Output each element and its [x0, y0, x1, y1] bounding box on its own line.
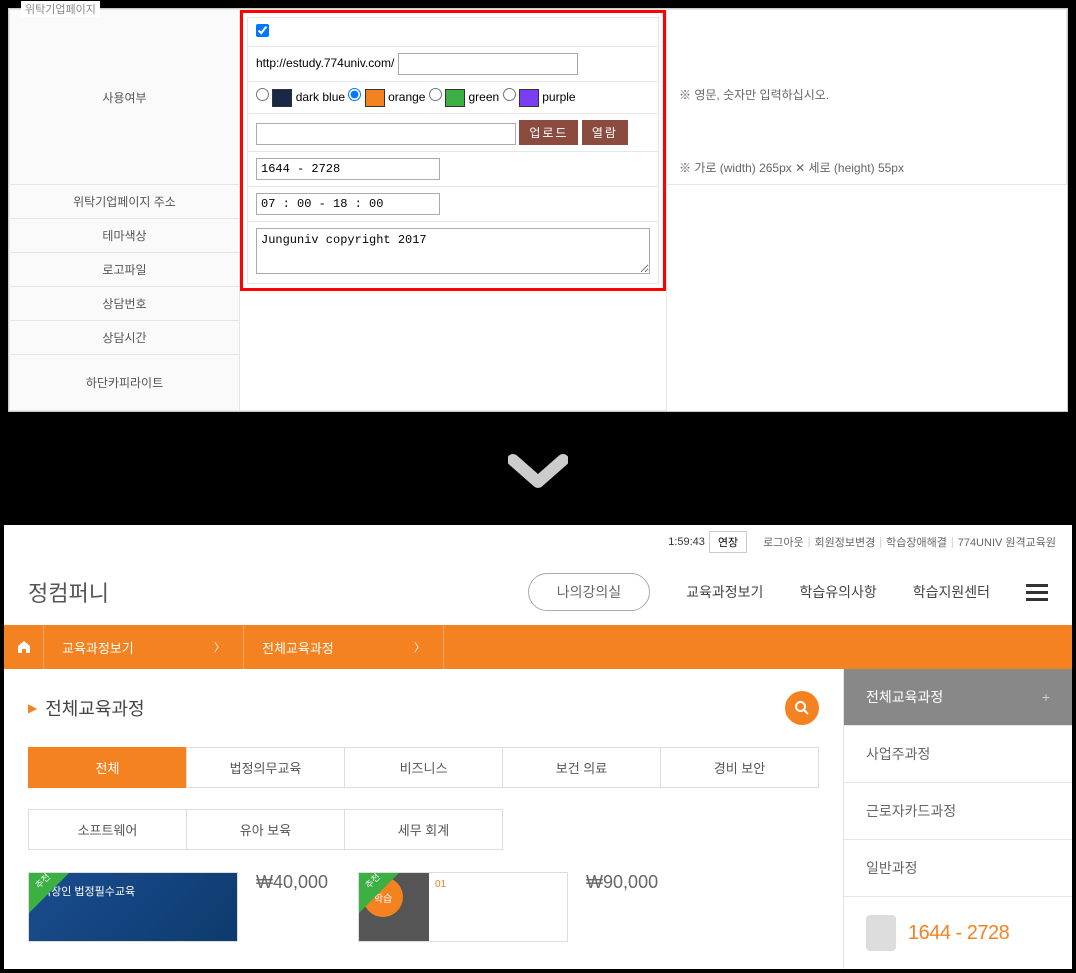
home-icon[interactable] — [4, 625, 44, 669]
site-header: 정컴퍼니 나의강의실 교육과정보기 학습유의사항 학습지원센터 — [4, 559, 1072, 625]
extend-button[interactable]: 연장 — [709, 531, 747, 553]
utility-bar: 1:59:43 연장 로그아웃 | 회원정보변경 | 학습장애해결 | 774U… — [4, 525, 1072, 559]
swatch-orange — [365, 89, 385, 107]
tab-childcare[interactable]: 유아 보육 — [186, 809, 345, 850]
session-timer: 1:59:43 — [668, 536, 705, 548]
theme-radio-purple[interactable] — [503, 88, 516, 101]
tab-legal[interactable]: 법정의무교육 — [186, 747, 345, 788]
url-label: 위탁기업페이지 주소 — [10, 185, 240, 219]
settings-form-panel: 위탁기업페이지 사용여부 http://estudy.774univ.com/ — [8, 8, 1068, 412]
tab-software[interactable]: 소프트웨어 — [28, 809, 187, 850]
use-checkbox[interactable] — [256, 24, 269, 37]
course-card[interactable]: 추천 학습 01 ₩90,000 — [358, 872, 658, 942]
browse-button[interactable]: 열람 — [582, 120, 628, 145]
header-link-courses[interactable]: 교육과정보기 — [686, 582, 763, 602]
my-classroom-button[interactable]: 나의강의실 — [528, 573, 650, 611]
triangle-icon: ▶ — [28, 701, 37, 715]
theme-radio-darkblue[interactable] — [256, 88, 269, 101]
course-price: ₩40,000 — [256, 872, 328, 893]
contact-number: 1644 - 2728 — [908, 922, 1009, 945]
tab-tax[interactable]: 세무 회계 — [344, 809, 503, 850]
search-button[interactable] — [785, 691, 819, 725]
main-content: ▶ 전체교육과정 전체 법정의무교육 비즈니스 보건 의료 경비 보안 소프트웨… — [4, 669, 843, 969]
utility-link-univ[interactable]: 774UNIV 원격교육원 — [958, 534, 1056, 550]
site-logo[interactable]: 정컴퍼니 — [28, 576, 109, 608]
tab-business[interactable]: 비즈니스 — [344, 747, 503, 788]
tel-input[interactable] — [256, 158, 440, 180]
ribbon-icon: 추천 — [359, 873, 399, 913]
sidebar-head[interactable]: 전체교육과정 + — [844, 669, 1072, 726]
sidebar-item-general[interactable]: 일반과정 — [844, 840, 1072, 897]
hours-label: 상담시간 — [10, 321, 240, 355]
copyright-textarea[interactable]: Junguniv copyright 2017 — [256, 228, 650, 274]
upload-button[interactable]: 업로드 — [519, 120, 578, 145]
swatch-purple — [519, 89, 539, 107]
nav-item-all[interactable]: 전체교육과정 〉 — [244, 625, 444, 669]
logo-label: 로고파일 — [10, 253, 240, 287]
chevron-down-icon — [508, 452, 568, 492]
url-prefix: http://estudy.774univ.com/ — [256, 56, 394, 70]
copyright-label: 하단카피라이트 — [10, 355, 240, 411]
sidebar: 전체교육과정 + 사업주과정 근로자카드과정 일반과정 1644 - 2728 — [843, 669, 1072, 969]
theme-radio-green[interactable] — [429, 88, 442, 101]
sidebar-contact: 1644 - 2728 — [844, 897, 1072, 969]
utility-link-help[interactable]: 학습장애해결 — [886, 534, 947, 550]
utility-link-profile[interactable]: 회원정보변경 — [815, 534, 876, 550]
header-link-support[interactable]: 학습지원센터 — [913, 582, 990, 602]
swatch-darkblue — [272, 89, 292, 107]
course-thumbnail: 추천 학습 01 — [358, 872, 568, 942]
sidebar-item-employer[interactable]: 사업주과정 — [844, 726, 1072, 783]
phone-icon — [866, 915, 896, 951]
tab-all[interactable]: 전체 — [28, 747, 187, 788]
site-preview: 1:59:43 연장 로그아웃 | 회원정보변경 | 학습장애해결 | 774U… — [4, 525, 1072, 969]
form-legend: 위탁기업페이지 — [21, 1, 100, 17]
header-link-caution[interactable]: 학습유의사항 — [799, 582, 876, 602]
utility-link-logout[interactable]: 로그아웃 — [763, 534, 803, 550]
course-price: ₩90,000 — [586, 872, 658, 893]
search-icon — [794, 700, 810, 716]
logo-file-input[interactable] — [256, 123, 516, 145]
swatch-green — [445, 89, 465, 107]
nav-item-courses[interactable]: 교육과정보기 〉 — [44, 625, 244, 669]
page-title: ▶ 전체교육과정 — [28, 695, 145, 721]
tab-security[interactable]: 경비 보안 — [660, 747, 819, 788]
chevron-right-icon: 〉 — [214, 639, 225, 655]
theme-label: 테마색상 — [10, 219, 240, 253]
breadcrumb-nav: 교육과정보기 〉 전체교육과정 〉 — [4, 625, 1072, 669]
tel-label: 상담번호 — [10, 287, 240, 321]
logo-hint: ※ 가로 (width) 265px ✕ 세로 (height) 55px — [679, 161, 904, 175]
chevron-right-icon: 〉 — [414, 639, 425, 655]
plus-icon: + — [1042, 689, 1050, 705]
hours-input[interactable] — [256, 193, 440, 215]
use-label: 사용여부 — [10, 10, 240, 185]
arrow-divider — [0, 412, 1076, 525]
course-card[interactable]: 추천 직장인 법정필수교육 ₩40,000 — [28, 872, 328, 942]
theme-radio-orange[interactable] — [348, 88, 361, 101]
settings-table: 사용여부 http://estudy.774univ.com/ dark blu… — [9, 9, 1067, 411]
sidebar-item-worker[interactable]: 근로자카드과정 — [844, 783, 1072, 840]
ribbon-icon: 추천 — [29, 873, 69, 913]
course-thumbnail: 추천 직장인 법정필수교육 — [28, 872, 238, 942]
url-suffix-input[interactable] — [398, 53, 578, 75]
highlighted-area: http://estudy.774univ.com/ dark blue ora… — [240, 10, 666, 291]
course-list: 추천 직장인 법정필수교육 ₩40,000 추천 학습 01 ₩90,000 — [28, 872, 819, 942]
tab-health[interactable]: 보건 의료 — [502, 747, 661, 788]
hamburger-icon[interactable] — [1026, 580, 1048, 605]
url-hint: ※ 영문, 숫자만 입력하십시오. — [679, 88, 829, 102]
